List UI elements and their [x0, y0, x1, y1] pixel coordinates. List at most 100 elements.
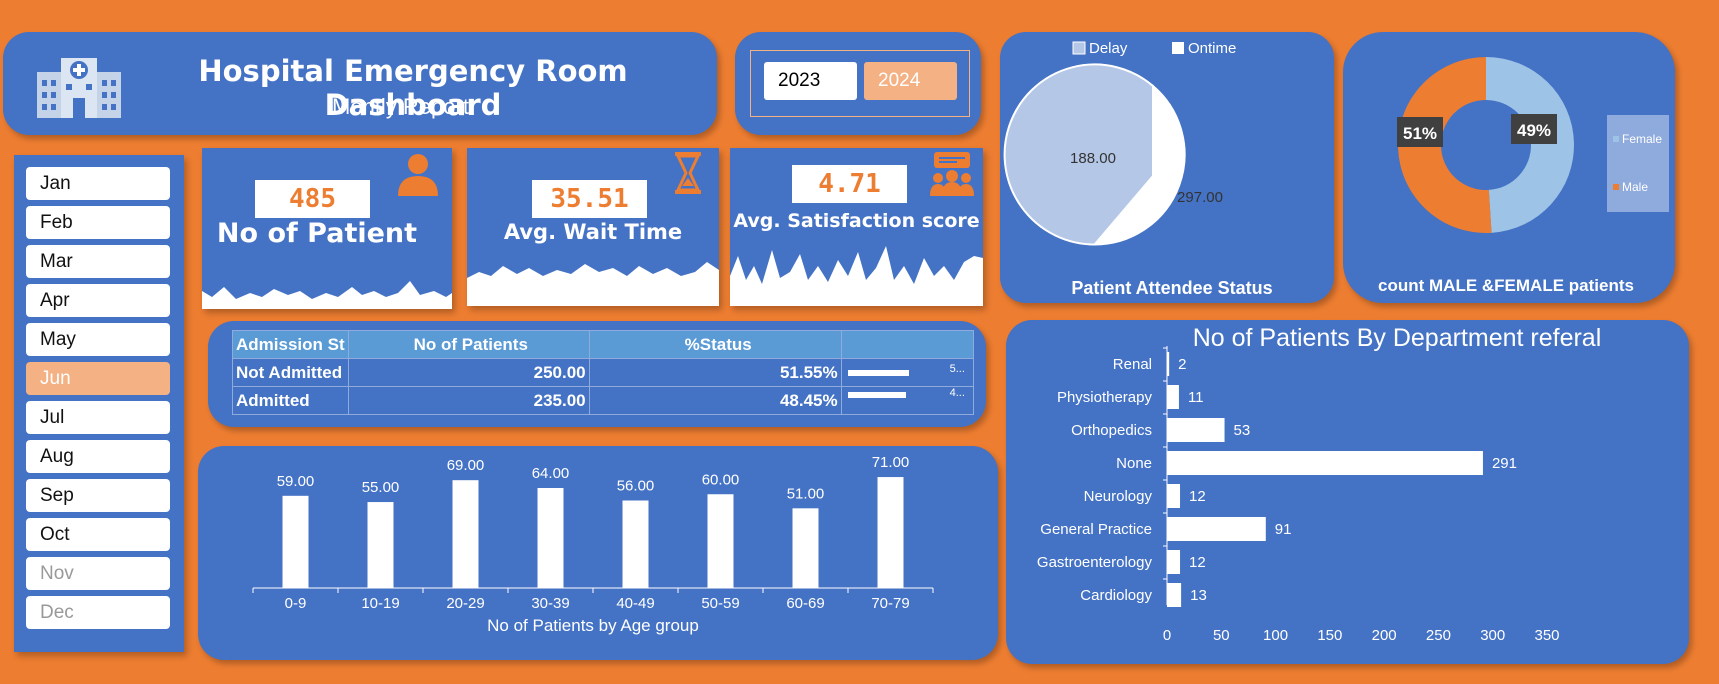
- table-cell-pct: 48.45%: [588, 386, 842, 415]
- data-label: 49%: [1517, 121, 1551, 140]
- age-group-chart: 59.00 0-9 55.00 10-19 69.00 20-29 64.00 30-39 56…: [252, 454, 934, 635]
- legend-box: [1607, 115, 1669, 212]
- year-button-2023[interactable]: 2023: [764, 62, 857, 100]
- data-label: 64.00: [532, 465, 570, 482]
- kpi-value-satisfaction: 4.71: [792, 165, 907, 203]
- table-header-cell: No of Patients: [347, 330, 590, 359]
- kpi-card-satisfaction: 4.71 Avg. Satisfaction score: [730, 148, 983, 306]
- x-tick-label: 250: [1426, 627, 1451, 644]
- month-button-dec[interactable]: Dec: [26, 596, 170, 629]
- bar-none: [1167, 451, 1483, 475]
- month-button-jan[interactable]: Jan: [26, 167, 170, 200]
- bar-gastroenterology: [1167, 550, 1181, 574]
- data-label: 55.00: [362, 479, 400, 496]
- gender-chart: 49% 51% Female Male count MALE &FEMALE patie…: [1378, 57, 1669, 295]
- feedback-group-icon: [930, 152, 974, 196]
- age-group-chart-panel: 59.00 0-9 55.00 10-19 69.00 20-29 64.00 30-39 56…: [198, 446, 998, 660]
- data-label: 60.00: [702, 471, 740, 488]
- x-tick-label: 150: [1317, 627, 1342, 644]
- data-label: 59.00: [277, 473, 315, 490]
- tick-label: 30-39: [531, 595, 569, 612]
- data-label: 56.00: [617, 478, 655, 495]
- month-button-mar[interactable]: Mar: [26, 245, 170, 278]
- tick-label: 60-69: [786, 595, 824, 612]
- bar-orthopedics: [1167, 418, 1225, 442]
- x-tick-label: 350: [1534, 627, 1559, 644]
- attendee-status-chart: 188.00 297.00 Delay Ontime Patient Attendee …: [1003, 40, 1273, 298]
- tick-label: 0-9: [285, 595, 307, 612]
- bar-0-9: [282, 495, 309, 588]
- month-button-oct[interactable]: Oct: [26, 518, 170, 551]
- kpi-wave-patients: [202, 281, 452, 309]
- status-databar: [847, 392, 906, 398]
- month-button-jul[interactable]: Jul: [26, 401, 170, 434]
- bar-40-49: [622, 500, 649, 588]
- month-button-sep[interactable]: Sep: [26, 479, 170, 512]
- x-tick-label: 0: [1163, 627, 1171, 644]
- data-label: 11: [1188, 389, 1204, 406]
- tick-label: 70-79: [871, 595, 909, 612]
- table-cell-count: 235.00: [347, 386, 590, 415]
- table-row: Admitted 235.00 48.45% 4...: [232, 386, 974, 415]
- attendee-status-panel: 188.00 297.00 Delay Ontime Patient Attendee …: [1000, 32, 1334, 303]
- table-header-row: Admission St No of Patients %Status: [232, 330, 974, 359]
- table-cell-pct: 51.55%: [588, 358, 842, 387]
- page-subtitle: Montly Report: [332, 94, 469, 119]
- person-icon: [398, 154, 438, 196]
- tick-label: 40-49: [616, 595, 654, 612]
- tick-label: 50-59: [701, 595, 739, 612]
- table-header-cell: Admission St: [232, 330, 349, 359]
- bar-30-39: [537, 488, 564, 588]
- donut-slice-female: [1486, 57, 1575, 233]
- data-label: 12: [1189, 488, 1206, 505]
- kpi-card-patients: 485 No of Patient: [202, 148, 452, 309]
- kpi-value-patients: 485: [255, 180, 370, 218]
- data-label: 188.00: [1070, 150, 1116, 167]
- table-cell-databar: 5...: [840, 358, 974, 387]
- kpi-label-wait-time: Avg. Wait Time: [503, 220, 683, 244]
- month-button-may[interactable]: May: [26, 323, 170, 356]
- table-cell-count: 250.00: [347, 358, 590, 387]
- data-label: 53: [1234, 422, 1251, 439]
- table-cell-label: Admitted: [232, 386, 349, 415]
- tick-label: Neurology: [1084, 488, 1153, 505]
- legend-swatch-delay: [1072, 41, 1086, 55]
- data-label: 51.00: [787, 485, 825, 502]
- x-tick-label: 50: [1213, 627, 1230, 644]
- x-axis-title: No of Patients by Age group: [487, 616, 699, 635]
- month-button-nov[interactable]: Nov: [26, 557, 170, 590]
- chart-title: No of Patients By Department referal: [1193, 324, 1602, 352]
- data-label: 13: [1190, 587, 1207, 604]
- legend-label: Male: [1622, 180, 1648, 194]
- admission-status-table: Admission St No of Patients %Status Not …: [232, 330, 974, 415]
- tick-label: Orthopedics: [1071, 422, 1152, 439]
- kpi-wave-wait-time: [467, 262, 719, 306]
- tick-label: General Practice: [1040, 521, 1152, 538]
- tick-label: 10-19: [361, 595, 399, 612]
- year-button-2024[interactable]: 2024: [864, 62, 957, 100]
- kpi-label-satisfaction: Avg. Satisfaction score: [733, 210, 980, 232]
- bar-60-69: [792, 508, 819, 588]
- legend-label: Female: [1622, 132, 1662, 146]
- data-label: 297.00: [1177, 189, 1223, 206]
- table-header-cell: [840, 330, 974, 359]
- data-label: 69.00: [447, 457, 485, 474]
- tick-label: None: [1116, 455, 1152, 472]
- legend-label: Delay: [1089, 40, 1128, 57]
- tick-label: 20-29: [446, 595, 484, 612]
- month-button-aug[interactable]: Aug: [26, 440, 170, 473]
- hourglass-icon: [675, 152, 701, 194]
- month-slicer: Jan Feb Mar Apr May Jun Jul Aug Sep Oct …: [14, 155, 184, 652]
- kpi-label-patients: No of Patient: [216, 218, 418, 249]
- table-cell-label: Not Admitted: [232, 358, 349, 387]
- title-panel: Hospital Emergency Room Dashboard Montly…: [3, 32, 717, 135]
- data-label: 12: [1189, 554, 1206, 571]
- table-header-cell: %Status: [588, 330, 842, 359]
- databar-label: 5...: [949, 363, 965, 375]
- data-label: 2: [1178, 356, 1186, 373]
- table-row: Not Admitted 250.00 51.55% 5...: [232, 358, 974, 387]
- table-cell-databar: 4...: [840, 386, 974, 415]
- month-button-jun[interactable]: Jun: [26, 362, 170, 395]
- month-button-apr[interactable]: Apr: [26, 284, 170, 317]
- month-button-feb[interactable]: Feb: [26, 206, 170, 239]
